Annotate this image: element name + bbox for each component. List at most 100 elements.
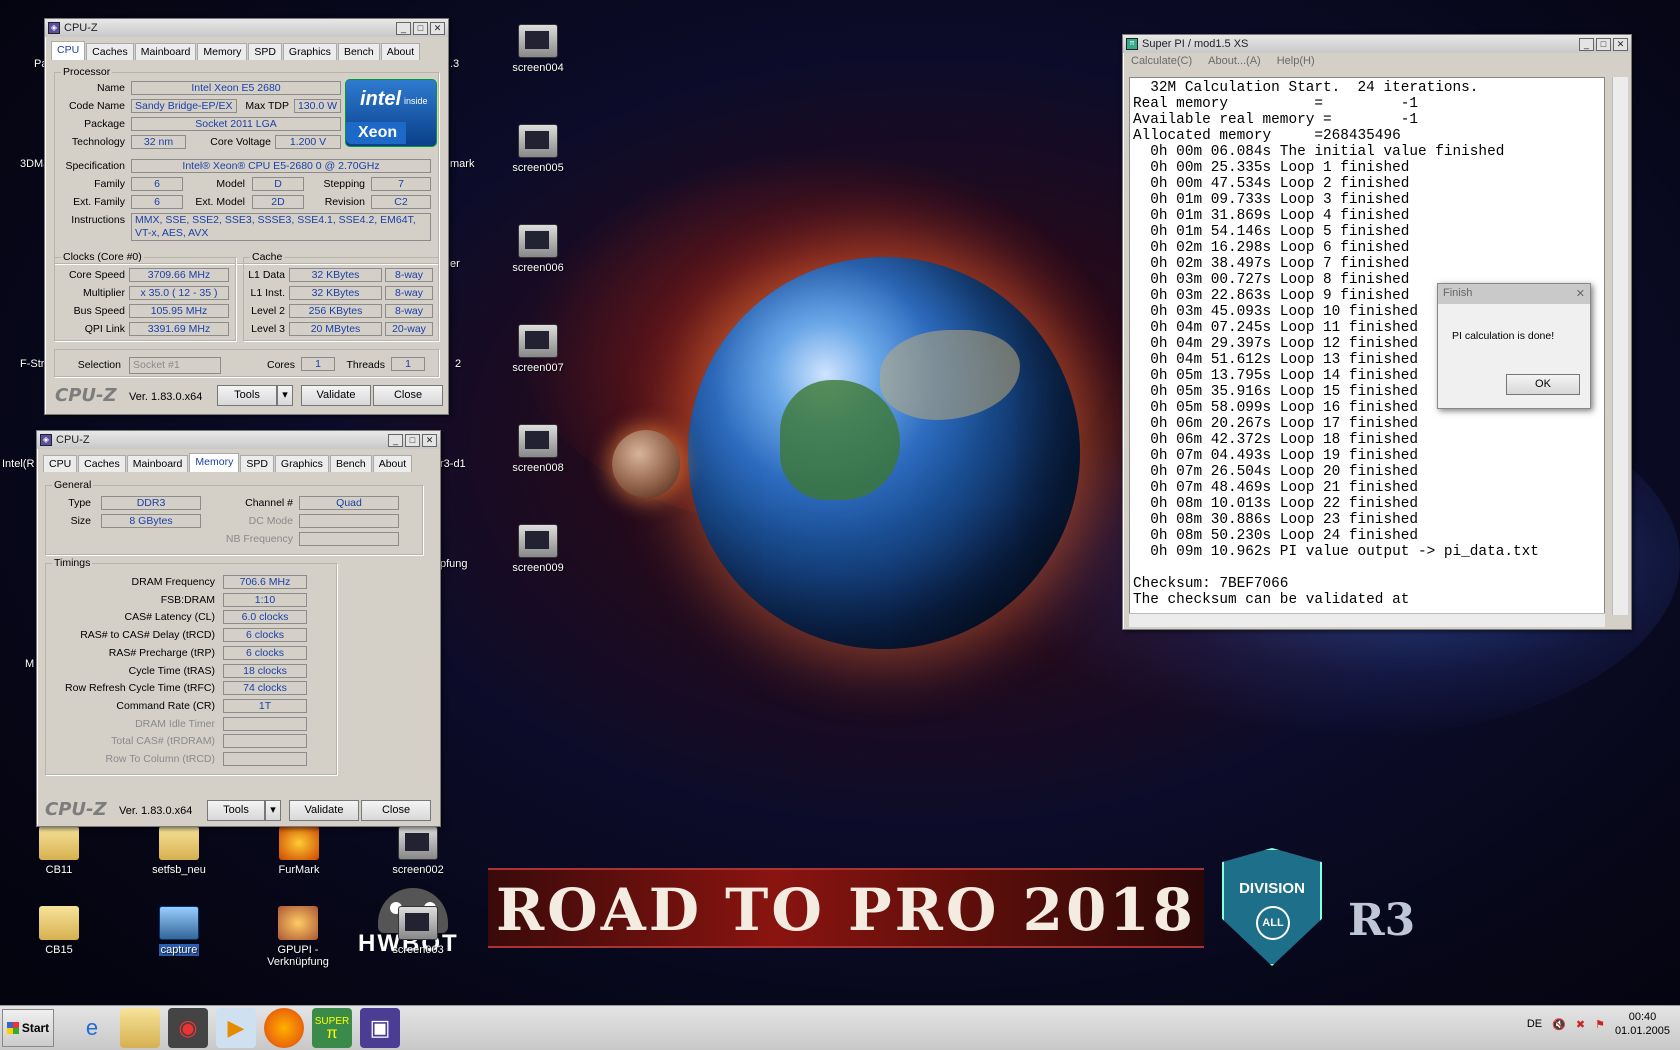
language-indicator[interactable]: DE [1527,1018,1542,1030]
desktop-icon-cb15[interactable]: CB15 [15,906,103,956]
image-file-icon [518,524,558,558]
console-line: 0h 00m 47.534s Loop 2 finished [1133,176,1410,192]
core-speed-label: Core Speed [68,269,125,281]
desktop-icon-screen007[interactable]: screen007 [494,324,582,374]
close-icon[interactable]: ✕ [1576,287,1585,301]
desktop-icon-setfsb[interactable]: setfsb_neu [135,826,223,876]
timing-label: Row Refresh Cycle Time (tRFC) [65,682,215,695]
tools-dropdown-arrow[interactable]: ▾ [265,800,281,821]
desktop-icon-screen003[interactable]: screen003 [374,906,462,956]
close-window-button[interactable]: ✕ [1613,37,1628,51]
horizontal-scrollbar[interactable] [1129,613,1605,627]
tab-spd[interactable]: SPD [248,43,282,60]
selection-dropdown[interactable]: Socket #1 [129,357,221,374]
tools-button[interactable]: Tools [207,800,265,821]
level3-size: 20 MBytes [289,322,382,336]
cpuz-icon[interactable]: ▣ [360,1008,400,1048]
desktop-icon-screen008[interactable]: screen008 [494,424,582,474]
desktop-icon-screen009[interactable]: screen009 [494,524,582,574]
l1-inst-size: 32 KBytes [289,286,382,300]
desktop-edge-label: 2 [455,358,462,370]
minimize-button[interactable]: _ [1579,37,1594,51]
firefox-icon[interactable] [264,1008,304,1048]
desktop-icon-screen004[interactable]: screen004 [494,24,582,74]
menu-help[interactable]: Help(H) [1277,55,1315,69]
timing-label: FSB:DRAM [160,593,215,606]
ie-icon[interactable]: e [72,1008,112,1048]
title-bar[interactable]: ◈ CPU-Z _ □ ✕ [45,19,448,37]
max-tdp-label: Max TDP [245,100,289,112]
timing-label: Total CAS# (tRDRAM) [111,735,215,748]
stepping-label: Stepping [323,178,365,190]
level2-way: 8-way [385,304,433,318]
tab-graphics[interactable]: Graphics [282,43,337,60]
validate-button[interactable]: Validate [289,800,359,821]
desktop-icon-screen002[interactable]: screen002 [374,826,462,876]
timing-value [223,716,307,731]
title-bar[interactable]: π Super PI / mod1.5 XS _ □ ✕ [1123,35,1631,53]
bus-speed-label: Bus Speed [73,305,125,317]
tab-memory[interactable]: Memory [197,43,248,60]
close-button[interactable]: Close [373,385,443,406]
tab-caches[interactable]: Caches [78,455,126,472]
desktop-icon-cb11[interactable]: CB11 [15,826,103,876]
folder-icon [39,906,79,940]
family-label: Family [94,178,125,190]
nb-frequency-label: NB Frequency [225,533,293,545]
desktop-icon-screen006[interactable]: screen006 [494,224,582,274]
start-button[interactable]: Start [2,1009,54,1047]
close-button[interactable]: Close [361,800,431,821]
maximize-button[interactable]: □ [405,433,420,447]
explorer-icon[interactable] [120,1008,160,1048]
tab-cpu[interactable]: CPU [51,41,86,60]
ok-button[interactable]: OK [1506,374,1580,395]
console-line: 0h 07m 26.504s Loop 20 finished [1133,464,1418,480]
tab-graphics[interactable]: Graphics [274,455,329,472]
superpi-icon[interactable]: SUPER π [312,1008,352,1048]
validate-button[interactable]: Validate [301,385,371,406]
title-bar[interactable]: ◈ CPU-Z _ □ ✕ [37,431,440,449]
network-disconnected-icon[interactable]: ✖ [1576,1018,1585,1031]
tab-caches[interactable]: Caches [86,43,134,60]
close-window-button[interactable]: ✕ [430,21,445,35]
console-line: 0h 01m 31.869s Loop 4 finished [1133,208,1410,224]
cpuz-memory-window[interactable]: ◈ CPU-Z _ □ ✕ CPU Caches Mainboard Memor… [36,430,441,827]
cache-legend: Cache [250,251,285,263]
tab-about[interactable]: About [380,43,421,60]
minimize-button[interactable]: _ [396,21,411,35]
tab-bench[interactable]: Bench [337,43,380,60]
vertical-scrollbar[interactable] [1612,77,1628,615]
code-name-value: Sandy Bridge-EP/EX [131,99,237,113]
desktop-icon-gpupi[interactable]: GPUPI - Verknüpfung [248,906,348,968]
volume-muted-icon[interactable]: 🔇 [1552,1018,1566,1031]
timings-legend: Timings [52,557,93,569]
tab-bench[interactable]: Bench [329,455,372,472]
tab-mainboard[interactable]: Mainboard [134,43,197,60]
tab-cpu[interactable]: CPU [43,455,78,472]
road-to-pro-banner: ROAD TO PRO 2018 [488,868,1204,948]
minimize-button[interactable]: _ [388,433,403,447]
maximize-button[interactable]: □ [1596,37,1611,51]
tools-dropdown-arrow[interactable]: ▾ [277,385,293,406]
finish-dialog[interactable]: Finish ✕ PI calculation is done! OK [1437,283,1591,409]
tools-button[interactable]: Tools [217,385,277,406]
cpu-tool-icon[interactable]: ◉ [168,1008,208,1048]
dialog-title-bar[interactable]: Finish ✕ [1438,284,1590,304]
tab-mainboard[interactable]: Mainboard [126,455,189,472]
menu-calculate[interactable]: Calculate(C) [1131,55,1192,69]
cpuz-cpu-window[interactable]: ◈ CPU-Z _ □ ✕ CPU Caches Mainboard Memor… [44,18,449,415]
tab-about[interactable]: About [372,455,413,472]
icon-label: CB11 [45,864,73,876]
media-player-icon[interactable]: ▶ [216,1008,256,1048]
desktop-icon-screen005[interactable]: screen005 [494,124,582,174]
menu-about[interactable]: About...(A) [1208,55,1261,69]
close-window-button[interactable]: ✕ [422,433,437,447]
action-center-icon[interactable]: ⚑ [1595,1018,1605,1031]
desktop-icon-capture[interactable]: capture [135,906,223,956]
image-file-icon [518,324,558,358]
tab-spd[interactable]: SPD [240,455,274,472]
desktop-icon-furmark[interactable]: FurMark [255,826,343,876]
clock[interactable]: 00:40 01.01.2005 [1615,1010,1670,1038]
tab-memory[interactable]: Memory [189,453,240,472]
maximize-button[interactable]: □ [413,21,428,35]
